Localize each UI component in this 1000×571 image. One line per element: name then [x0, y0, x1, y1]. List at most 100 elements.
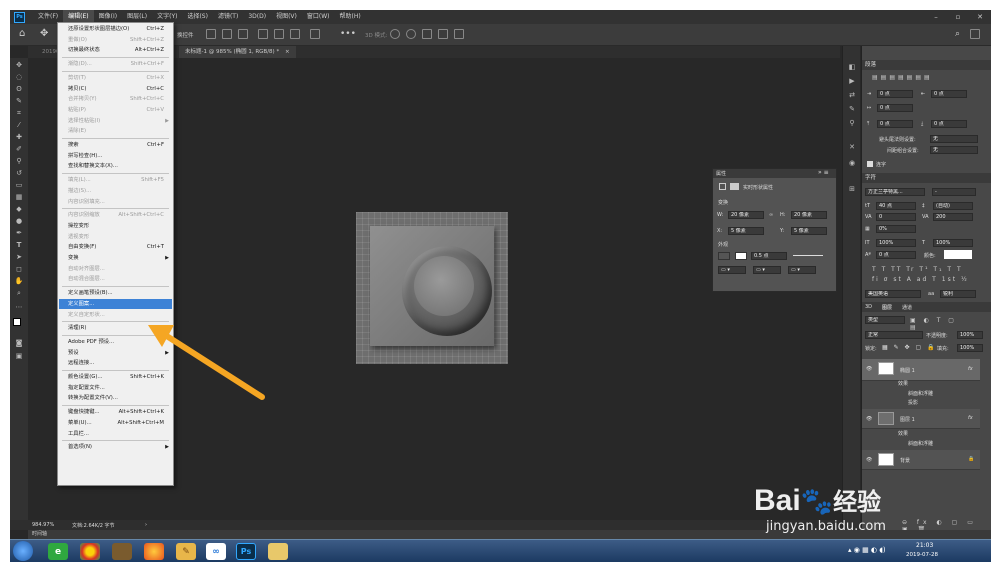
tab-active-document[interactable]: 未标题-1 @ 985% (椭圆 1, RGB/8) * ×	[179, 46, 296, 58]
minimize-button[interactable]: –	[925, 10, 947, 24]
leading-field[interactable]: (自动)	[933, 202, 973, 210]
layer-filter-dropdown[interactable]: 类型	[865, 316, 905, 324]
gradient-tool-icon[interactable]: ▦	[14, 192, 24, 202]
link-icon[interactable]: ∞	[769, 212, 773, 218]
edit-menu-item[interactable]: 自动对齐图层...	[59, 264, 172, 274]
tab-3d[interactable]: 3D	[865, 304, 872, 310]
layer-row-ellipse[interactable]: 👁 椭圆 1 fx	[862, 359, 980, 381]
edit-menu-item[interactable]: 重做(O) Shift+Ctrl+Z	[59, 35, 172, 45]
crop-tool-icon[interactable]: ⌗	[14, 108, 24, 118]
edit-menu-item[interactable]: 合并拷贝(Y) Shift+Ctrl+C	[59, 94, 172, 104]
hyphen-checkbox[interactable]	[867, 161, 873, 167]
status-arrow-icon[interactable]: ›	[145, 522, 147, 528]
foreground-color-swatch[interactable]	[13, 318, 21, 326]
clock-time[interactable]: 21:03	[916, 542, 933, 549]
healing-tool-icon[interactable]: ✚	[14, 132, 24, 142]
edit-menu-item[interactable]: 内容识别缩放 Alt+Shift+Ctrl+C	[59, 210, 172, 220]
pen-tool-icon[interactable]: ✒	[14, 228, 24, 238]
home-icon[interactable]: ⌂	[19, 28, 25, 39]
indent-first-field[interactable]: 0 点	[877, 104, 913, 112]
avoid-dropdown[interactable]: 无	[930, 135, 978, 143]
dodge-tool-icon[interactable]: ●	[14, 216, 24, 226]
y-field[interactable]: 5 像素	[791, 227, 827, 235]
move-tool-icon[interactable]: ✥	[40, 28, 48, 39]
edit-menu-item[interactable]: 自由变换(F) Ctrl+T	[59, 242, 172, 252]
edit-menu-item[interactable]: 工具栏...	[59, 429, 172, 439]
edit-menu-item[interactable]: 首选项(N) ▶	[59, 442, 172, 452]
layer-row-background[interactable]: 👁 背景 🔒	[862, 450, 980, 470]
tracking-left-field[interactable]: 0	[876, 213, 916, 221]
layer-filter-icons[interactable]: ▣ ◐ T ▢ ▤	[910, 317, 970, 331]
firefox-icon[interactable]	[144, 543, 164, 560]
screen-mode-icon[interactable]: ▣	[14, 351, 24, 361]
actions-panel-icon[interactable]: ▶	[847, 76, 857, 86]
chrome-icon[interactable]	[80, 543, 100, 560]
align-center-icon[interactable]	[222, 29, 232, 39]
clock-date[interactable]: 2019-07-28	[906, 552, 938, 558]
baseline-field[interactable]: 0 点	[876, 251, 916, 259]
paragraph-panel-header[interactable]: 段落	[862, 60, 991, 70]
tray-icons[interactable]: ▴ ◉ ▦ ◐ ◖)	[848, 546, 886, 554]
edit-menu-item[interactable]: 拷贝(C) Ctrl+C	[59, 84, 172, 94]
swatches-panel-icon[interactable]: ◉	[847, 158, 857, 168]
panel-collapse-icon[interactable]: » ≡	[818, 169, 829, 176]
horizontal-scale-field[interactable]: 100%	[933, 239, 973, 247]
edit-menu-item[interactable]: 搜索 Ctrl+F	[59, 140, 172, 150]
type-tool-icon[interactable]: T	[14, 240, 24, 250]
font-style-dropdown[interactable]: -	[932, 188, 976, 196]
3d-scale-icon[interactable]	[454, 29, 464, 39]
menu-filter[interactable]: 滤镜(T)	[213, 10, 243, 24]
distribute-icon[interactable]	[310, 29, 320, 39]
edit-menu-item[interactable]: 透视变形	[59, 232, 172, 242]
visibility-eye-icon[interactable]: 👁	[866, 416, 872, 422]
language-dropdown[interactable]: 美国英语	[865, 290, 921, 298]
effect-bevel-emboss[interactable]: 斜面和浮雕	[908, 440, 933, 447]
paragraph-align-buttons[interactable]: ▤▤▤▤▤▤▤	[872, 74, 972, 82]
lasso-tool-icon[interactable]: ʘ	[14, 84, 24, 94]
stroke-type-dropdown[interactable]	[793, 255, 823, 256]
align-bottom-icon[interactable]	[290, 29, 300, 39]
blur-tool-icon[interactable]: ◆	[14, 204, 24, 214]
more-tools-icon[interactable]: ⋯	[14, 302, 24, 312]
blend-mode-dropdown[interactable]: 正常	[865, 331, 923, 339]
zoom-tool-icon[interactable]: ⌕	[14, 288, 24, 298]
3d-drag-icon[interactable]	[422, 29, 432, 39]
marquee-tool-icon[interactable]: ◌	[14, 72, 24, 82]
font-family-dropdown[interactable]: 方正兰亭特黑...	[865, 188, 925, 196]
space-after-field[interactable]: 0 点	[931, 120, 967, 128]
eyedropper-tool-icon[interactable]: ⁄	[14, 120, 24, 130]
menu-select[interactable]: 选择(S)	[182, 10, 213, 24]
move-tool-icon[interactable]: ✥	[14, 60, 24, 70]
layer-name[interactable]: 椭圆 1	[900, 367, 915, 374]
tab-close-icon[interactable]: ×	[285, 49, 290, 55]
align-middle-icon[interactable]	[274, 29, 284, 39]
workspace-icon[interactable]	[970, 29, 980, 39]
stroke-width-field[interactable]: 0.5 点	[751, 252, 787, 260]
space-before-field[interactable]: 0 点	[877, 120, 913, 128]
tracking-field[interactable]: 200	[933, 213, 973, 221]
edit-menu-item[interactable]: 还原设置形状图层描边(O) Ctrl+Z	[59, 24, 172, 34]
fill-field[interactable]: 100%	[957, 344, 983, 352]
opacity-field[interactable]: 100%	[957, 331, 983, 339]
vertical-scale-field[interactable]: 100%	[876, 239, 916, 247]
edit-menu-item[interactable]: 键盘快捷键... Alt+Shift+Ctrl+K	[59, 407, 172, 417]
indent-left-field[interactable]: 0 点	[877, 90, 913, 98]
width-field[interactable]: 20 像素	[728, 211, 764, 219]
document-canvas[interactable]	[356, 212, 508, 364]
properties-panel-icon[interactable]: ⊞	[847, 184, 857, 194]
antialias-dropdown[interactable]: 锐利	[940, 290, 976, 298]
visibility-eye-icon[interactable]: 👁	[866, 366, 872, 372]
restore-button[interactable]: ▫	[947, 10, 969, 24]
quick-select-tool-icon[interactable]: ✎	[14, 96, 24, 106]
hand-tool-icon[interactable]: ✋	[14, 276, 24, 286]
photoshop-taskbar-icon[interactable]: Ps	[236, 543, 256, 560]
search-icon[interactable]: ⌕	[955, 29, 960, 39]
document-info[interactable]: 文档:2.64K/2 字节	[72, 522, 115, 529]
3d-rotate-icon[interactable]	[390, 29, 400, 39]
spacing-dropdown[interactable]: 无	[930, 146, 978, 154]
align-left-icon[interactable]	[206, 29, 216, 39]
baidu-netdisk-icon[interactable]: ∞	[206, 543, 226, 560]
stroke-swatch[interactable]	[735, 252, 747, 260]
3d-slide-icon[interactable]	[438, 29, 448, 39]
opentype-buttons[interactable]: fi σ st A ad T 1st ½	[872, 276, 972, 283]
